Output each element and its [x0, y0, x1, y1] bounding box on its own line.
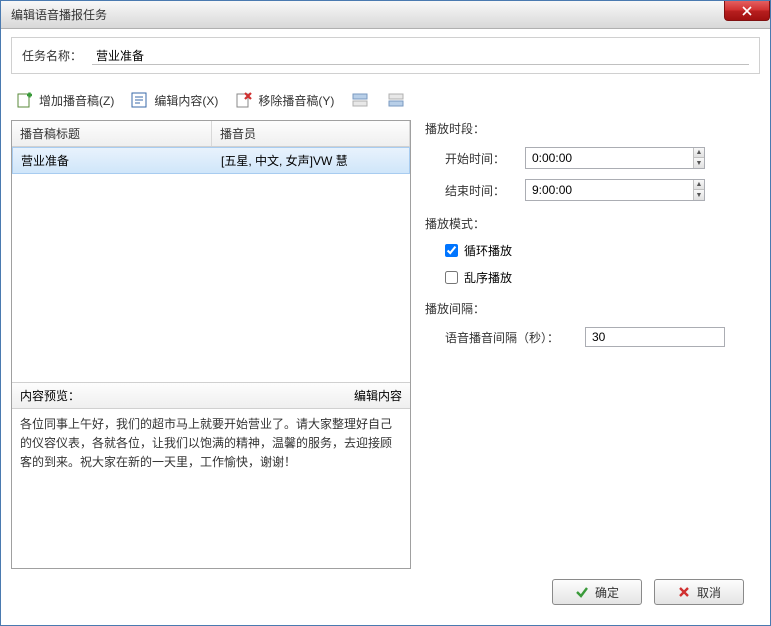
loop-row: 循环播放 [425, 242, 754, 259]
add-script-label: 增加播音稿(Z) [39, 92, 114, 109]
dialog-window: 编辑语音播报任务 任务名称： 增加播音稿(Z) 编辑内容(X) [0, 0, 771, 626]
cell-title: 营业准备 [13, 151, 213, 170]
preview-edit-link[interactable]: 编辑内容 [354, 387, 402, 404]
interval-input[interactable] [585, 327, 725, 347]
cell-voice: [五星, 中文, 女声]VW 慧 [213, 151, 409, 170]
cancel-icon [677, 585, 691, 599]
list-body[interactable]: 营业准备 [五星, 中文, 女声]VW 慧 [12, 147, 410, 382]
move-up-button[interactable] [346, 88, 374, 112]
cancel-button[interactable]: 取消 [654, 579, 744, 605]
loop-label[interactable]: 循环播放 [464, 242, 512, 259]
start-time-field[interactable] [526, 149, 693, 167]
preview-header: 内容预览： 编辑内容 [12, 382, 410, 408]
end-time-input[interactable]: ▲ ▼ [525, 179, 705, 201]
check-icon [575, 585, 589, 599]
spinner-up[interactable]: ▲ [694, 180, 704, 190]
start-time-label: 开始时间： [445, 150, 525, 167]
preview-label: 内容预览： [20, 387, 80, 404]
start-time-spinner: ▲ ▼ [693, 148, 704, 168]
move-up-icon [350, 90, 370, 110]
cancel-label: 取消 [697, 584, 721, 601]
spinner-down[interactable]: ▼ [694, 158, 704, 168]
remove-script-button[interactable]: 移除播音稿(Y) [230, 88, 338, 112]
task-name-row: 任务名称： [11, 37, 760, 74]
start-time-row: 开始时间： ▲ ▼ [425, 147, 754, 169]
shuffle-checkbox[interactable] [445, 271, 458, 284]
col-header-voice[interactable]: 播音员 [212, 121, 410, 146]
task-name-input[interactable] [92, 46, 749, 65]
interval-label: 语音播音间隔（秒）： [445, 329, 585, 346]
window-title: 编辑语音播报任务 [11, 6, 107, 23]
close-icon [742, 6, 752, 16]
interval-section: 播放间隔： 语音播音间隔（秒）： [425, 300, 754, 347]
shuffle-label[interactable]: 乱序播放 [464, 269, 512, 286]
end-time-label: 结束时间： [445, 182, 525, 199]
script-list: 播音稿标题 播音员 营业准备 [五星, 中文, 女声]VW 慧 内容预览： 编辑… [11, 120, 411, 569]
col-header-title[interactable]: 播音稿标题 [12, 121, 212, 146]
edit-icon [130, 90, 150, 110]
end-time-spinner: ▲ ▼ [693, 180, 704, 200]
loop-checkbox[interactable] [445, 244, 458, 257]
content-area: 任务名称： 增加播音稿(Z) 编辑内容(X) 移除播音稿(Y) [1, 29, 770, 625]
end-time-row: 结束时间： ▲ ▼ [425, 179, 754, 201]
list-header: 播音稿标题 播音员 [12, 121, 410, 147]
period-section: 播放时段： 开始时间： ▲ ▼ 结束时间： [425, 120, 754, 201]
spinner-up[interactable]: ▲ [694, 148, 704, 158]
toolbar: 增加播音稿(Z) 编辑内容(X) 移除播音稿(Y) [11, 84, 760, 116]
task-name-label: 任务名称： [22, 47, 92, 64]
list-row[interactable]: 营业准备 [五星, 中文, 女声]VW 慧 [12, 147, 410, 174]
left-panel: 播音稿标题 播音员 营业准备 [五星, 中文, 女声]VW 慧 内容预览： 编辑… [11, 120, 411, 569]
move-down-icon [386, 90, 406, 110]
move-down-button[interactable] [382, 88, 410, 112]
shuffle-row: 乱序播放 [425, 269, 754, 286]
close-button[interactable] [724, 1, 770, 21]
end-time-field[interactable] [526, 181, 693, 199]
interval-title: 播放间隔： [425, 300, 754, 317]
button-bar: 确定 取消 [11, 569, 760, 615]
remove-icon [234, 90, 254, 110]
mode-title: 播放模式： [425, 215, 754, 232]
add-script-button[interactable]: 增加播音稿(Z) [11, 88, 118, 112]
main-area: 播音稿标题 播音员 营业准备 [五星, 中文, 女声]VW 慧 内容预览： 编辑… [11, 120, 760, 569]
ok-button[interactable]: 确定 [552, 579, 642, 605]
right-panel: 播放时段： 开始时间： ▲ ▼ 结束时间： [419, 120, 760, 569]
remove-script-label: 移除播音稿(Y) [258, 92, 334, 109]
mode-section: 播放模式： 循环播放 乱序播放 [425, 215, 754, 286]
add-icon [15, 90, 35, 110]
preview-text: 各位同事上午好，我们的超市马上就要开始营业了。请大家整理好自己的仪容仪表，各就各… [12, 408, 410, 568]
ok-label: 确定 [595, 584, 619, 601]
edit-content-button[interactable]: 编辑内容(X) [126, 88, 222, 112]
edit-content-label: 编辑内容(X) [154, 92, 218, 109]
start-time-input[interactable]: ▲ ▼ [525, 147, 705, 169]
period-title: 播放时段： [425, 120, 754, 137]
titlebar: 编辑语音播报任务 [1, 1, 770, 29]
spinner-down[interactable]: ▼ [694, 190, 704, 200]
interval-row: 语音播音间隔（秒）： [425, 327, 754, 347]
